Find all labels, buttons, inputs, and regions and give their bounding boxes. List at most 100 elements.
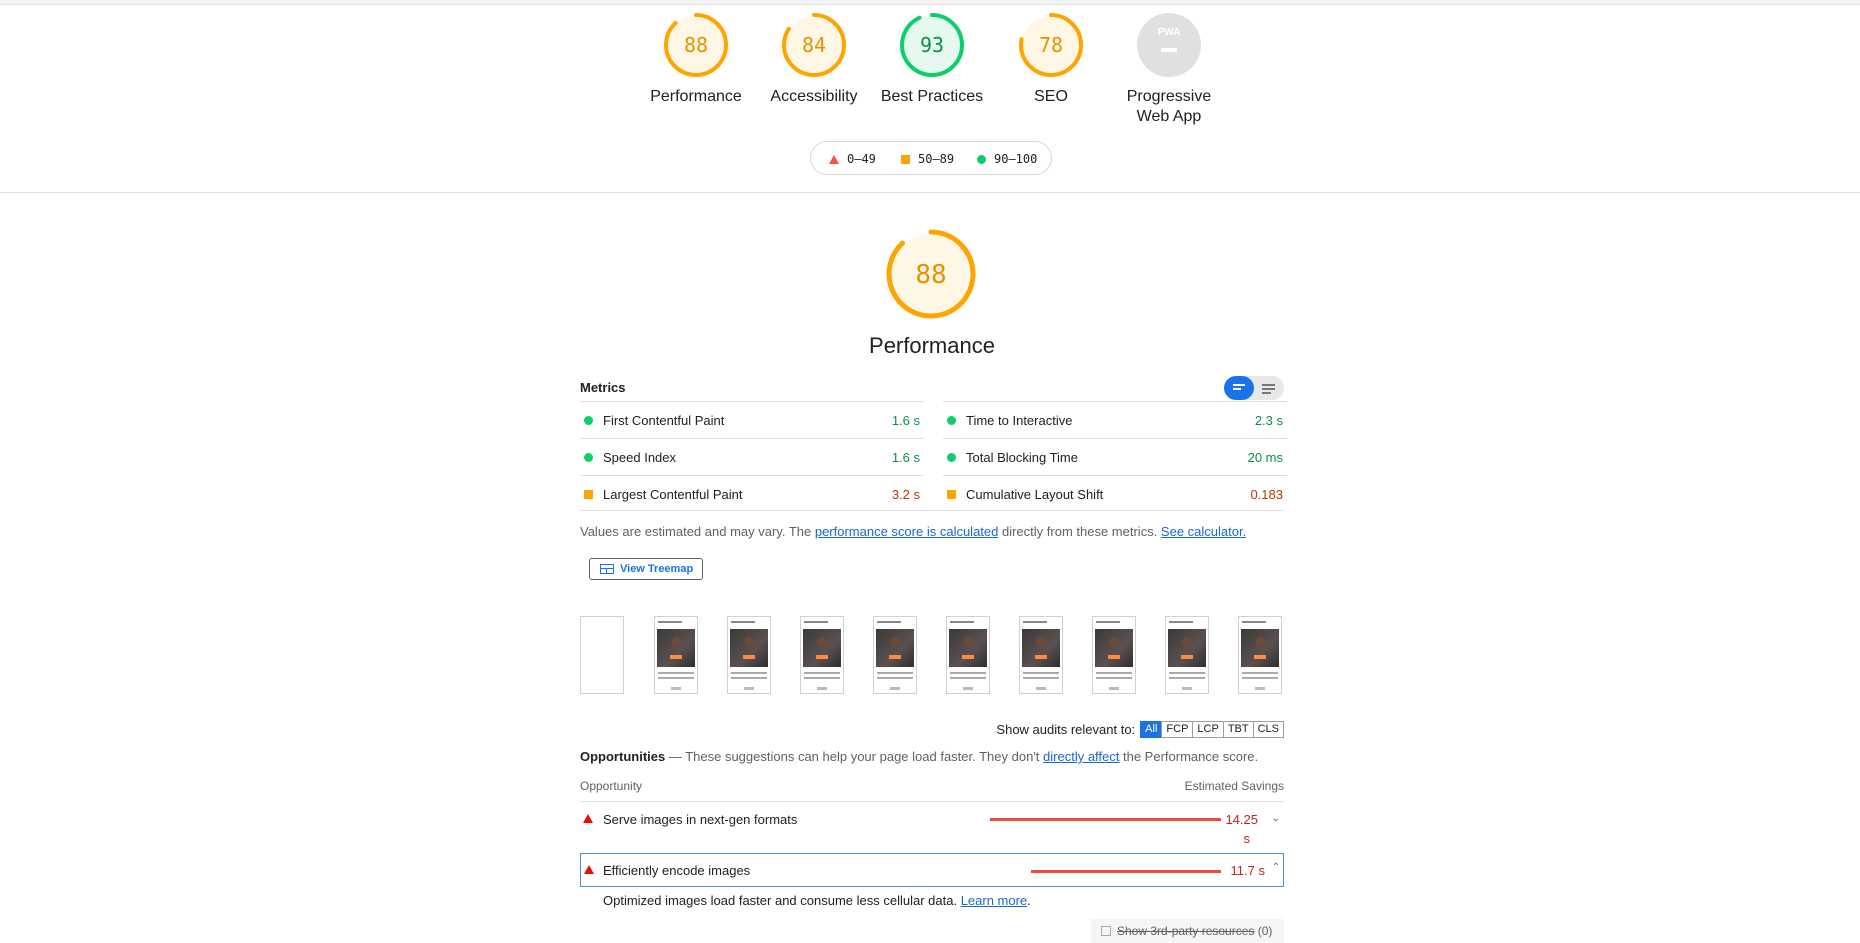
legend-average: 50–89 [918,152,955,166]
filmstrip-frame [873,616,917,694]
savings-value: 14.25 [1225,812,1258,827]
gauge-ring: 88 [664,13,728,77]
detail-text: Optimized images load faster and consume… [603,893,961,908]
filmstrip-frame [580,616,624,694]
opportunity-row[interactable]: Serve images in next-gen formats 14.25 s… [580,801,1284,847]
filter-chip-fcp[interactable]: FCP [1161,721,1194,738]
gauge-seo[interactable]: 78 SEO [997,12,1105,107]
performance-big-gauge: 88 [886,229,976,319]
opportunity-title: Efficiently encode images [603,863,751,878]
opportunity-detail: Optimized images load faster and consume… [603,893,1031,908]
filmstrip-frame [946,616,990,694]
toggle-compact[interactable] [1224,376,1254,400]
savings-value: 11.7 s [1230,863,1265,878]
metrics-left-column: First Contentful Paint 1.6 s Speed Index… [580,401,924,512]
filter-chip-all[interactable]: All [1140,721,1163,738]
learn-more-link[interactable]: Learn more [961,893,1027,908]
gauge-label: Progressive Web App [1126,88,1212,125]
expanded-view-icon[interactable] [1262,384,1276,396]
legend-pass: 90–100 [994,152,1038,166]
average-square-icon [584,490,593,499]
metric-value: 1.6 s [891,413,920,428]
directly-affect-link[interactable]: directly affect [1043,749,1119,764]
performance-big-score: 88 [915,260,946,290]
opportunity-row-expanded[interactable]: Efficiently encode images 11.7 s ⌃ [580,853,1284,887]
note-prefix: Values are estimated and may vary. The [580,524,815,539]
savings-unit: s [1243,831,1251,846]
metric-value: 3.2 s [891,487,920,502]
score-calculated-link[interactable]: performance score is calculated [815,524,999,539]
score-legend: 0–49 50–89 90–100 [810,141,1052,175]
gauge-performance[interactable]: 88 Performance [642,12,750,107]
opportunity-title: Serve images in next-gen formats [603,812,798,827]
column-estimated-savings: Estimated Savings [1184,779,1284,793]
savings-bar [990,818,1221,821]
gauge-label: Performance [650,88,742,105]
pass-circle-icon [584,453,593,462]
audit-filter: Show audits relevant to: All FCP LCP TBT… [996,721,1284,738]
metric-row: First Contentful Paint 1.6 s [580,401,924,438]
gauge-score: 88 [684,33,708,57]
filmstrip-frame [654,616,698,694]
column-opportunity: Opportunity [580,779,643,793]
fail-triangle-icon [583,814,593,823]
top-border [0,0,1860,5]
pwa-badge: PWA [1158,27,1181,38]
filmstrip-frame [1092,616,1136,694]
see-calculator-link[interactable]: See calculator. [1161,524,1246,539]
gauge-ring: 78 [1019,13,1083,77]
opportunity-columns: Opportunity Estimated Savings [580,779,1284,793]
opportunities-desc-prefix: — These suggestions can help your page l… [665,749,1044,764]
metric-name: Cumulative Layout Shift [966,487,1104,502]
pass-circle-icon [947,453,956,462]
metric-row: Total Blocking Time 20 ms [943,438,1287,475]
filmstrip-frame [1238,616,1282,694]
fail-triangle-icon [584,865,594,874]
opportunities-title: Opportunities [580,749,666,764]
filmstrip-frame [1019,616,1063,694]
third-party-toggle[interactable]: Show 3rd-party resources (0) [1091,919,1284,943]
note-mid: directly from these metrics. [998,524,1161,539]
pass-circle-icon [584,416,593,425]
metric-row: Speed Index 1.6 s [580,438,924,475]
gauge-best-practices[interactable]: 93 Best Practices [878,12,986,107]
gauge-pwa[interactable]: PWA Progressive Web App [1115,12,1223,127]
metric-name: First Contentful Paint [603,413,725,428]
third-party-checkbox[interactable] [1101,926,1111,936]
filter-label: Show audits relevant to: [996,722,1136,737]
metrics-view-toggle[interactable] [1224,376,1284,400]
filter-chip-cls[interactable]: CLS [1252,721,1284,738]
compact-view-icon [1233,384,1247,392]
gauge-accessibility[interactable]: 84 Accessibility [760,12,868,107]
section-divider [0,192,1860,193]
gauge-score: 93 [920,33,944,57]
detail-end: . [1027,893,1031,908]
gauge-score: 84 [802,33,826,57]
treemap-label: View Treemap [620,563,694,575]
legend-fail: 0–49 [847,152,876,166]
filter-chip-lcp[interactable]: LCP [1192,721,1224,738]
gauge-label: SEO [1034,88,1068,105]
view-treemap-button[interactable]: View Treemap [589,558,703,580]
metric-value: 1.6 s [891,450,920,465]
filter-chip-tbt[interactable]: TBT [1222,721,1254,738]
filmstrip [580,616,1284,696]
metric-value: 0.183 [1250,487,1283,502]
metric-row: Time to Interactive 2.3 s [943,401,1287,438]
metrics-title: Metrics [580,380,626,395]
metrics-right-column: Time to Interactive 2.3 s Total Blocking… [943,401,1287,512]
gauge-label: Accessibility [770,88,858,105]
fail-triangle-icon [829,154,839,164]
chevron-down-icon[interactable]: ⌄ [1272,813,1280,824]
metrics-note: Values are estimated and may vary. The p… [580,524,1246,539]
average-square-icon [901,154,910,164]
filmstrip-frame [727,616,771,694]
opportunities-desc-suffix: the Performance score. [1119,749,1259,764]
metrics-header: Metrics [580,376,1284,402]
filmstrip-frame [1165,616,1209,694]
chevron-up-icon[interactable]: ⌃ [1272,862,1280,873]
metric-name: Time to Interactive [966,413,1073,428]
performance-title: Performance [869,333,995,358]
pass-circle-icon [947,416,956,425]
metric-row: Largest Contentful Paint 3.2 s [580,475,924,512]
